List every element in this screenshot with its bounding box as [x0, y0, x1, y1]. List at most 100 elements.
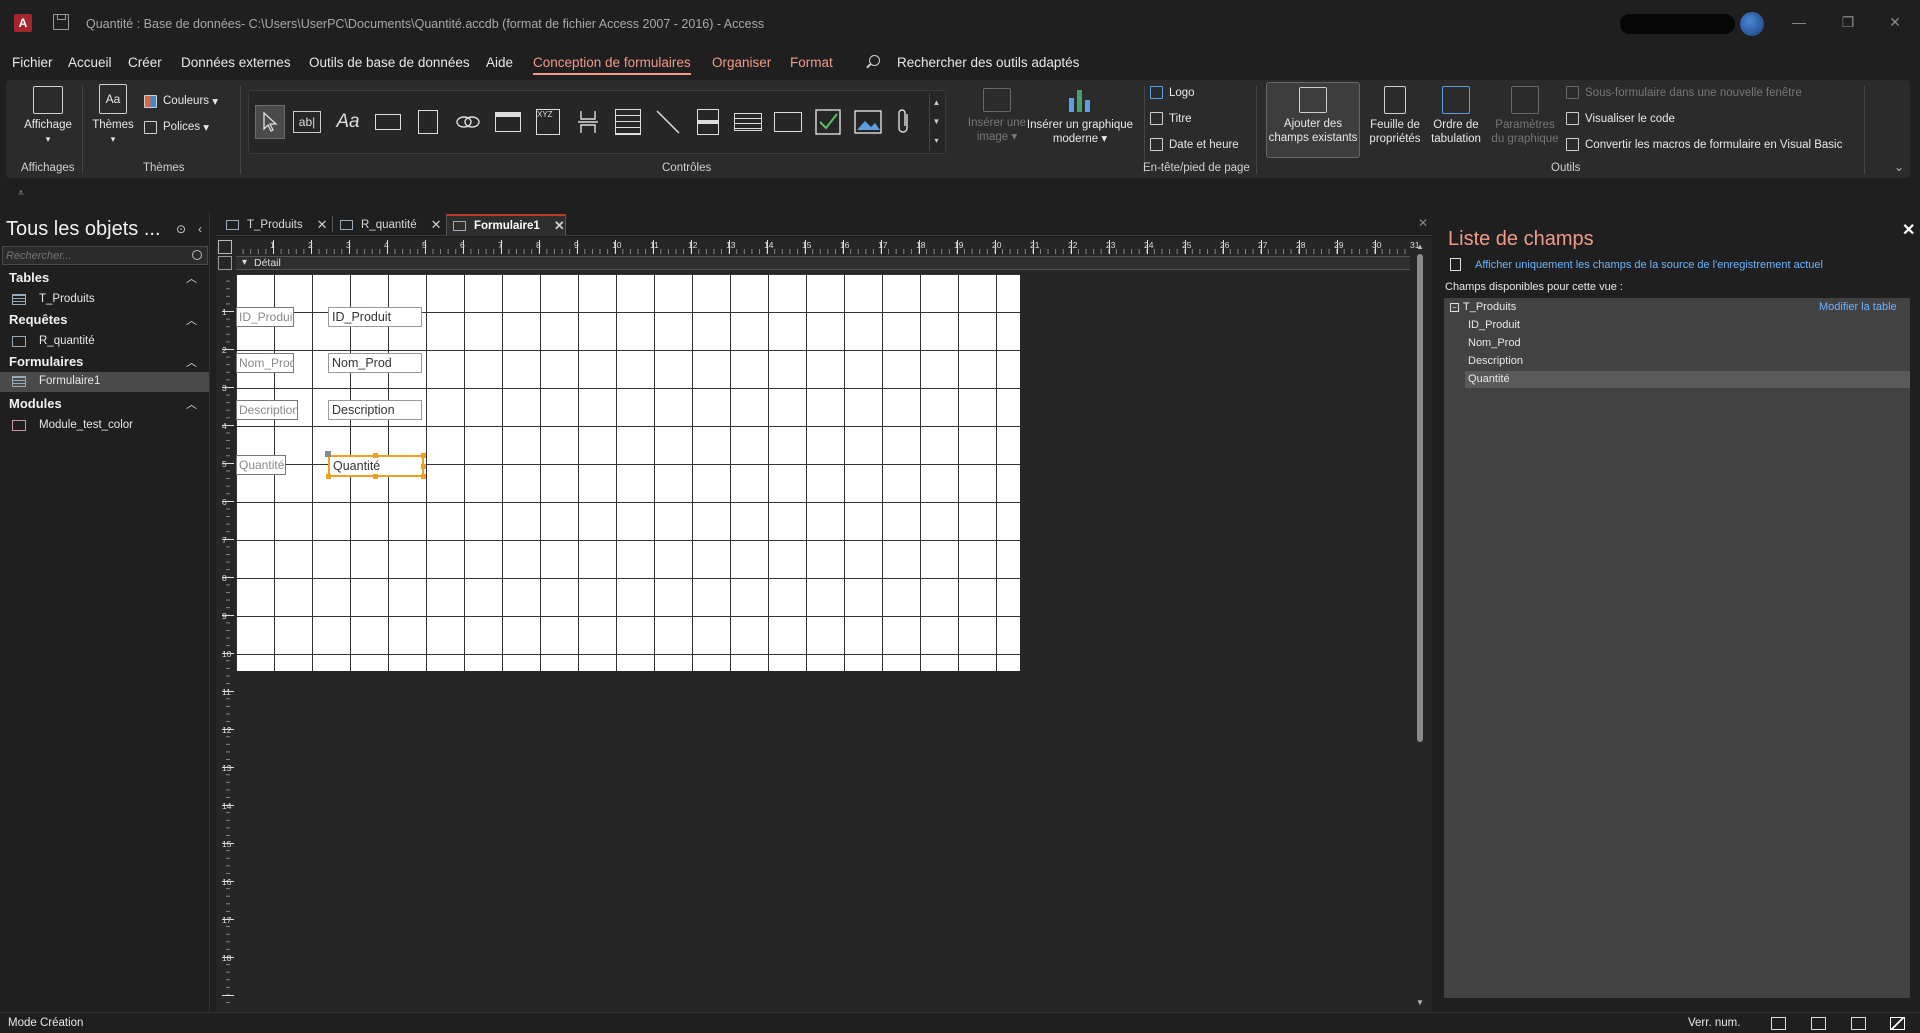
line-control[interactable] — [653, 105, 683, 139]
search-icon[interactable] — [869, 55, 880, 66]
resize-handle[interactable] — [373, 474, 378, 479]
search-icon[interactable] — [192, 250, 202, 260]
checkbox-control[interactable] — [813, 105, 843, 139]
close-icon[interactable]: ✕ — [317, 217, 328, 233]
feuille-proprietes-button[interactable]: Feuille de propriétés — [1366, 86, 1424, 146]
themes-button[interactable]: Aa Thèmes ▾ — [90, 84, 136, 146]
section-selector[interactable] — [218, 256, 232, 270]
combobox-control[interactable] — [613, 105, 643, 139]
nav-pane-title[interactable]: Tous les objets ... — [6, 218, 161, 241]
textbox-nom-prod[interactable]: Nom_Prod — [328, 353, 422, 373]
listbox-control[interactable] — [733, 105, 763, 139]
rectangle-control[interactable] — [773, 105, 803, 139]
gallery-scroll[interactable]: ▲ ▼ ▾ — [929, 93, 943, 151]
close-button[interactable]: ✕ — [1885, 12, 1905, 32]
couleurs-button[interactable]: Couleurs ▾ — [144, 94, 218, 108]
logo-button[interactable]: Logo — [1150, 86, 1195, 99]
design-view-icon[interactable] — [1890, 1017, 1905, 1030]
field-row-nom-prod[interactable] — [1465, 335, 1910, 352]
textbox-id-produit[interactable]: ID_Produit — [328, 307, 422, 327]
nav-category-modules[interactable]: Modules — [9, 396, 62, 411]
chevron-up-icon[interactable]: ︿ — [186, 396, 197, 412]
chevron-up-icon[interactable]: ︿ — [186, 312, 197, 328]
quick-access-customize-icon[interactable]: ⩡ — [18, 188, 24, 199]
restore-button[interactable]: ❐ — [1838, 12, 1858, 32]
titre-button[interactable]: Titre — [1150, 112, 1192, 125]
label-control[interactable]: Aa — [333, 105, 363, 139]
vertical-ruler[interactable]: 1 2 3 4 5 6 7 8 9 10 11 12 13 14 15 16 17 18 — [222, 274, 234, 1009]
form-view-icon[interactable] — [1771, 1017, 1786, 1030]
inserer-graphique-button[interactable]: Insérer un graphique moderne ▾ — [1018, 86, 1142, 146]
convertir-macros-button[interactable]: Convertir les macros de formulaire en Vi… — [1566, 138, 1842, 151]
date-heure-button[interactable]: Date et heure — [1150, 138, 1239, 151]
chevron-up-icon[interactable]: ︿ — [186, 270, 197, 286]
option-group-control[interactable]: XYZ — [533, 105, 563, 139]
nav-category-requetes[interactable]: Requêtes — [9, 312, 68, 327]
access-app-icon[interactable]: A — [14, 14, 32, 32]
tab-t-produits[interactable]: T_Produits ✕ — [220, 214, 330, 236]
tab-outils-bdd[interactable]: Outils de base de données — [309, 55, 470, 70]
parametres-graphique-button[interactable]: Paramètres du graphique — [1486, 86, 1564, 146]
ordre-tabulation-button[interactable]: Ordre de tabulation — [1428, 86, 1484, 146]
label-description[interactable]: Description — [236, 400, 298, 420]
affichage-button[interactable]: Affichage ▾ — [18, 86, 78, 146]
tab-donnees-externes[interactable]: Données externes — [181, 55, 291, 70]
search-input[interactable] — [3, 247, 183, 264]
show-only-fields-link[interactable]: Afficher uniquement les champs de la sou… — [1475, 259, 1823, 271]
tab-formulaire1[interactable]: Formulaire1 ✕ — [446, 214, 566, 236]
tab-fichier[interactable]: Fichier — [12, 55, 53, 70]
save-icon[interactable] — [53, 14, 69, 30]
page-break-control[interactable] — [573, 105, 603, 139]
ajouter-champs-button[interactable]: Ajouter des champs existants — [1266, 82, 1360, 158]
move-handle[interactable] — [325, 451, 331, 457]
nav-item-t-produits[interactable]: T_Produits — [0, 290, 209, 310]
hyperlink-control[interactable] — [453, 105, 483, 139]
nav-category-tables[interactable]: Tables — [9, 270, 49, 285]
tab-creer[interactable]: Créer — [128, 55, 162, 70]
tab-r-quantite[interactable]: R_quantité ✕ — [334, 214, 444, 236]
attachment-control[interactable] — [889, 105, 919, 139]
nav-menu-icon[interactable]: ⊙ — [174, 222, 188, 236]
textbox-description[interactable]: Description — [328, 400, 422, 420]
avatar[interactable] — [1740, 12, 1764, 36]
label-quantite[interactable]: Quantité — [236, 455, 286, 475]
scroll-thumb[interactable] — [1417, 254, 1423, 742]
button-control[interactable] — [373, 105, 403, 139]
select-pointer-control[interactable] — [255, 105, 285, 139]
visualiser-code-button[interactable]: Visualiser le code — [1566, 112, 1675, 125]
chevron-up-icon[interactable]: ︿ — [186, 354, 197, 370]
edit-table-link[interactable]: Modifier la table — [1819, 301, 1897, 313]
tab-format[interactable]: Format — [790, 55, 833, 70]
field-nom-prod[interactable]: Nom_Prod — [1468, 337, 1521, 349]
nav-collapse-icon[interactable]: ‹ — [193, 222, 207, 236]
section-detail-bar[interactable]: Détail — [236, 256, 1410, 270]
resize-handle[interactable] — [373, 453, 378, 458]
resize-handle[interactable] — [421, 464, 426, 469]
horizontal-ruler[interactable]: 1 2 3 4 5 6 7 8 9 10 11 12 13 14 15 16 17 18 19 20 21 22 23 24 2… — [236, 240, 1419, 254]
resize-handle[interactable] — [421, 474, 426, 479]
field-quantite[interactable]: Quantité — [1468, 373, 1510, 385]
chevron-down-icon[interactable]: ⌄ — [1894, 160, 1904, 174]
resize-handle[interactable] — [421, 453, 426, 458]
field-description[interactable]: Description — [1468, 355, 1523, 367]
field-row-description[interactable] — [1465, 353, 1910, 370]
field-row-id-produit[interactable] — [1465, 317, 1910, 334]
tab-organiser[interactable]: Organiser — [712, 55, 771, 70]
image-control[interactable] — [853, 105, 883, 139]
tab-accueil[interactable]: Accueil — [68, 55, 112, 70]
search-tools[interactable]: Rechercher des outils adaptés — [897, 55, 1079, 70]
textbox-control[interactable]: ab| — [293, 111, 321, 133]
datasheet-view-icon[interactable] — [1811, 1017, 1826, 1030]
label-nom-prod[interactable]: Nom_Prod — [236, 353, 294, 373]
close-icon[interactable]: ✕ — [1902, 220, 1915, 240]
tab-aide[interactable]: Aide — [486, 55, 513, 70]
close-document-icon[interactable]: ✕ — [1418, 216, 1428, 230]
toggle-button-control[interactable] — [693, 105, 723, 139]
tab-conception-formulaires[interactable]: Conception de formulaires — [533, 55, 691, 75]
nav-item-module-test-color[interactable]: Module_test_color — [0, 416, 209, 436]
detail-section-grid[interactable]: ID_Produit ID_Produit Nom_Prod Nom_Prod … — [236, 274, 1020, 671]
polices-button[interactable]: Polices ▾ — [144, 120, 209, 134]
layout-view-icon[interactable] — [1851, 1017, 1866, 1030]
field-id-produit[interactable]: ID_Produit — [1468, 319, 1520, 331]
user-account-block[interactable] — [1620, 14, 1735, 34]
